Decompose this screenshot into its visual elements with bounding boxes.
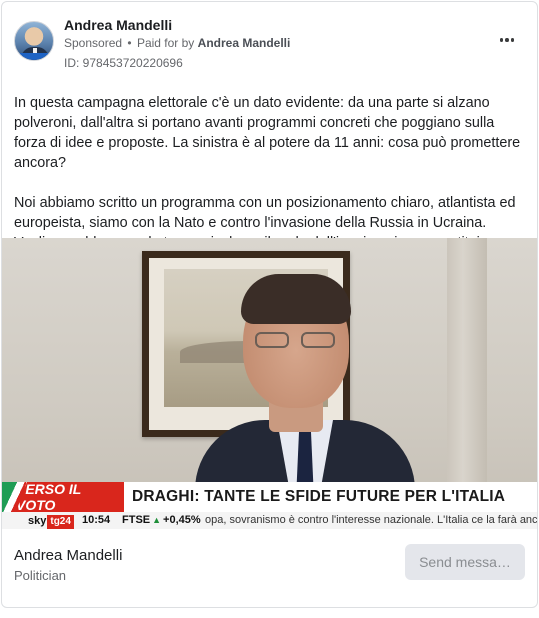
post-body: In questa campagna elettorale c'è un dat…: [14, 93, 529, 253]
sponsored-label: Sponsored: [64, 36, 123, 50]
paid-for-by-label: Paid for by: [136, 36, 195, 50]
channel-logo: sky tg24: [28, 513, 74, 529]
ticker-index-name: FTSE: [122, 514, 151, 526]
ad-id: ID: 978453720220696: [64, 56, 183, 70]
post-header: Andrea Mandelli Sponsored • Paid for by …: [2, 2, 537, 82]
author-name[interactable]: Andrea Mandelli: [64, 17, 172, 33]
speaker-glasses: [255, 332, 339, 350]
tv-section-label: VERSO IL VOTO: [16, 482, 124, 512]
more-dot: [499, 38, 504, 42]
channel-logo-sky: sky: [28, 515, 47, 527]
video-thumbnail[interactable]: VERSO IL VOTO DRAGHI: TANTE LE SFIDE FUT…: [2, 238, 538, 529]
post-paragraph-1: In questa campagna elettorale c'è un dat…: [14, 95, 521, 171]
ticker-time: 10:54: [82, 514, 111, 526]
speaker-hair: [241, 274, 351, 324]
send-message-button[interactable]: Send messa…: [405, 544, 525, 580]
up-arrow-icon: ▲: [152, 515, 162, 525]
footer-page-name[interactable]: Andrea Mandelli: [14, 547, 122, 564]
glasses-lens-left: [255, 332, 289, 348]
more-dot: [510, 38, 515, 42]
more-dot: [505, 38, 509, 42]
sponsored-line: Sponsored • Paid for by Andrea Mandelli: [64, 36, 290, 50]
ticker-index: FTSE ▲ +0,45%: [122, 512, 201, 529]
author-avatar[interactable]: [14, 21, 54, 61]
ad-card: Andrea Mandelli Sponsored • Paid for by …: [1, 1, 538, 608]
avatar-band: [15, 53, 53, 60]
footer-page-category: Politician: [14, 568, 67, 583]
ticker-index-change: +0,45%: [163, 514, 201, 526]
ticker-news-text: opa, sovranismo è contro l'interesse naz…: [205, 514, 538, 526]
meta-separator: •: [127, 36, 132, 50]
tv-headline: DRAGHI: TANTE LE SFIDE FUTURE PER L'ITAL…: [132, 488, 506, 505]
video-doorframe: [447, 238, 487, 488]
channel-logo-tg: tg24: [47, 515, 74, 529]
paid-for-by-name: Andrea Mandelli: [197, 36, 291, 50]
glasses-lens-right: [301, 332, 335, 348]
news-ticker: sky tg24 10:54 FTSE ▲ +0,45% opa, sovranism…: [2, 512, 538, 529]
more-options-icon[interactable]: [495, 30, 519, 50]
